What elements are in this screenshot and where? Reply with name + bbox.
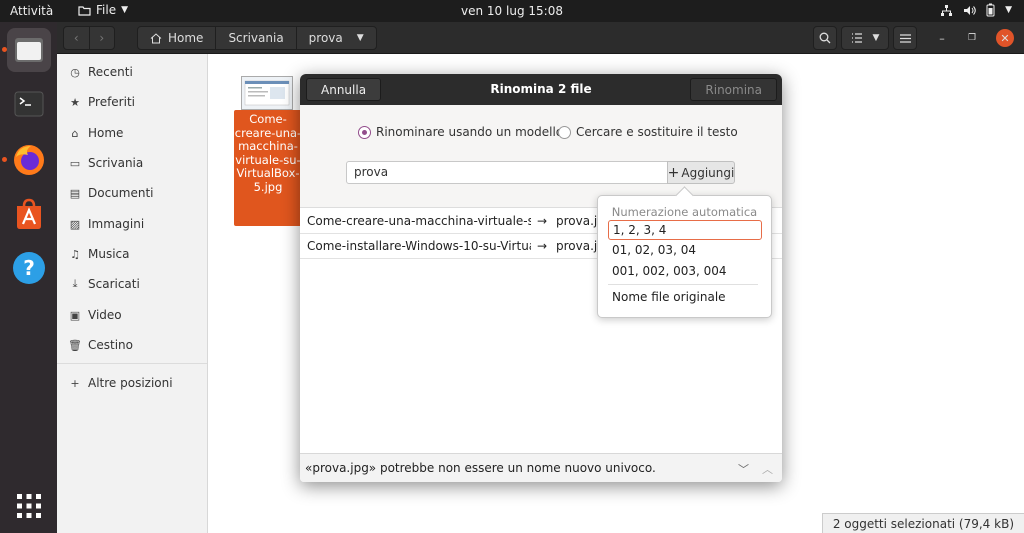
image-icon: ▨ <box>69 217 81 231</box>
hamburger-icon <box>899 33 911 43</box>
dock-terminal[interactable] <box>7 82 51 126</box>
close-icon: ✕ <box>1000 31 1010 45</box>
view-options-button[interactable]: ▼ <box>841 26 889 50</box>
template-name-input[interactable]: prova <box>346 161 668 184</box>
files-icon <box>15 38 43 62</box>
sidebar-item-home[interactable]: ⌂ Home <box>57 121 207 145</box>
volume-icon <box>964 5 976 15</box>
chevron-down-icon: ▼ <box>872 33 880 43</box>
sidebar-item-documenti[interactable]: ▤ Documenti <box>57 181 207 205</box>
file-name-label[interactable]: Come- creare-una- macchina- virtuale-su-… <box>234 110 302 226</box>
menu-button[interactable] <box>893 26 917 50</box>
numbering-option-1[interactable]: 1, 2, 3, 4 <box>608 220 762 240</box>
plus-icon: + <box>70 376 80 390</box>
search-icon <box>819 32 831 44</box>
dock-help[interactable]: ? <box>7 246 51 290</box>
clock-icon: ◷ <box>70 65 80 79</box>
home-icon: ⌂ <box>71 126 79 140</box>
battery-icon <box>986 3 995 17</box>
minimize-icon: – <box>939 31 945 45</box>
sidebar-item-immagini[interactable]: ▨ Immagini <box>57 212 207 236</box>
restore-icon: ❐ <box>967 33 977 43</box>
back-button[interactable]: ‹ <box>64 27 90 49</box>
video-icon: ▣ <box>69 308 81 322</box>
network-icon <box>941 4 953 16</box>
firefox-icon <box>14 145 44 175</box>
top-bar: Attività File ▼ ven 10 lug 15:08 ▼ <box>0 0 1024 22</box>
dock-show-apps[interactable] <box>7 484 51 528</box>
sidebar-item-scaricati[interactable]: ⤓ Scaricati <box>57 272 207 296</box>
sidebar-item-altre-posizioni[interactable]: + Altre posizioni <box>57 371 207 395</box>
download-icon: ⤓ <box>72 277 78 290</box>
conflict-bar: «prova.jpg» potrebbe non essere un nome … <box>300 453 782 482</box>
sidebar-item-preferiti[interactable]: ★ Preferiti <box>57 90 207 114</box>
desktop-icon: ▭ <box>69 156 81 170</box>
rename-button[interactable]: Rinomina <box>690 78 777 101</box>
radio-replace[interactable]: Cercare e sostituire il testo <box>558 125 738 139</box>
list-view-icon <box>851 33 862 43</box>
trash-icon: 🗑 <box>68 338 82 352</box>
path-scrivania[interactable]: Scrivania <box>216 27 297 49</box>
sidebar: ◷ Recenti ★ Preferiti ⌂ Home ▭ Scrivania ▤ Do… <box>57 54 208 533</box>
search-button[interactable] <box>813 26 837 50</box>
arrow-right-icon: → <box>537 239 548 253</box>
minimize-button[interactable]: – <box>933 29 951 47</box>
music-icon: ♫ <box>70 247 80 261</box>
navigation-buttons: ‹ › <box>63 26 115 50</box>
arrow-right-icon: → <box>537 214 548 228</box>
dialog-header: Annulla Rinomina 2 file Rinomina <box>300 74 782 105</box>
clock[interactable]: ven 10 lug 15:08 <box>0 4 1024 18</box>
path-bar: Home Scrivania prova ▼ <box>137 26 377 50</box>
popover-separator <box>608 284 758 285</box>
dock-files[interactable] <box>7 28 51 72</box>
terminal-icon <box>14 91 44 117</box>
chevron-up-icon[interactable]: ︿ <box>762 461 773 477</box>
app-grid-icon <box>17 494 41 518</box>
sidebar-item-musica[interactable]: ♫ Musica <box>57 242 207 266</box>
radio-template[interactable]: Rinominare usando un modello <box>358 125 563 139</box>
path-prova[interactable]: prova ▼ <box>297 27 376 49</box>
dock: ? <box>0 22 57 533</box>
numbering-option-001[interactable]: 001, 002, 003, 004 <box>608 261 762 281</box>
dock-firefox[interactable] <box>7 138 51 182</box>
maximize-button[interactable]: ❐ <box>963 29 981 47</box>
sidebar-item-cestino[interactable]: 🗑 Cestino <box>57 333 207 357</box>
plus-icon: + <box>667 164 680 181</box>
original-name-option[interactable]: Nome file originale <box>608 287 762 307</box>
svg-text:?: ? <box>23 256 35 280</box>
sidebar-item-scrivania[interactable]: ▭ Scrivania <box>57 151 207 175</box>
close-button[interactable]: ✕ <box>996 29 1014 47</box>
popover-header: Numerazione automatica <box>611 205 758 219</box>
rename-options: Rinominare usando un modello Cercare e s… <box>300 105 782 208</box>
sidebar-separator <box>57 363 207 364</box>
numbering-option-01[interactable]: 01, 02, 03, 04 <box>608 240 762 260</box>
sidebar-item-recenti[interactable]: ◷ Recenti <box>57 60 207 84</box>
dock-software[interactable] <box>7 192 51 236</box>
selection-status: 2 oggetti selezionati (79,4 kB) <box>821 513 1024 533</box>
path-home[interactable]: Home <box>138 27 217 49</box>
chevron-down-icon: ▼ <box>1005 5 1012 15</box>
file-thumbnail[interactable] <box>241 76 293 110</box>
numbering-popover: Numerazione automatica 1, 2, 3, 4 01, 02… <box>597 195 772 318</box>
star-icon: ★ <box>70 95 80 109</box>
document-icon: ▤ <box>69 186 81 200</box>
conflict-message: «prova.jpg» potrebbe non essere un nome … <box>305 461 656 475</box>
add-button[interactable]: + Aggiungi <box>667 161 735 184</box>
help-icon: ? <box>13 252 45 284</box>
system-tray[interactable]: ▼ <box>940 3 1012 17</box>
home-icon <box>150 32 162 43</box>
forward-button[interactable]: › <box>90 27 115 49</box>
software-center-icon <box>17 198 41 229</box>
chevron-down-icon: ▼ <box>356 33 364 43</box>
chevron-down-icon[interactable]: ﹀ <box>738 461 749 477</box>
image-preview-icon <box>244 80 290 106</box>
header-bar: ‹ › Home Scrivania prova ▼ ▼ – ❐ ✕ <box>57 22 1024 54</box>
radio-unselected-icon <box>558 125 571 139</box>
sidebar-item-video[interactable]: ▣ Video <box>57 303 207 327</box>
radio-selected-icon <box>358 125 371 139</box>
